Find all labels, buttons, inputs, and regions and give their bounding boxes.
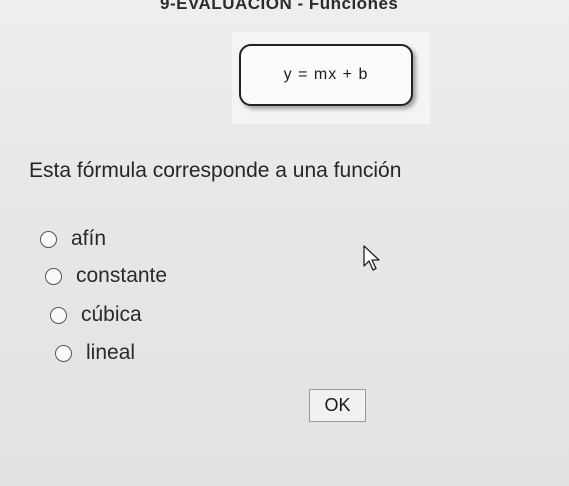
option-afin[interactable]: afín [40,227,106,251]
mouse-pointer-icon [363,245,380,271]
radio-cubica[interactable] [50,306,67,324]
page-title: 9-EVALUACIÓN - Funciones [160,0,399,13]
option-cubica[interactable]: cúbica [50,303,142,327]
option-label: afín [71,227,107,250]
option-label: constante [76,264,168,287]
radio-afin[interactable] [40,230,57,248]
formula-text: y = mx + b [283,66,369,83]
question-text: Esta fórmula corresponde a una función [29,159,402,182]
radio-lineal[interactable] [55,344,72,362]
option-constante[interactable]: constante [45,264,167,288]
option-label: lineal [86,341,136,364]
formula-box: y = mx + b [239,44,413,106]
option-label: cúbica [81,303,142,326]
ok-button[interactable]: OK [309,389,366,422]
radio-constante[interactable] [45,267,62,285]
option-lineal[interactable]: lineal [55,341,135,365]
